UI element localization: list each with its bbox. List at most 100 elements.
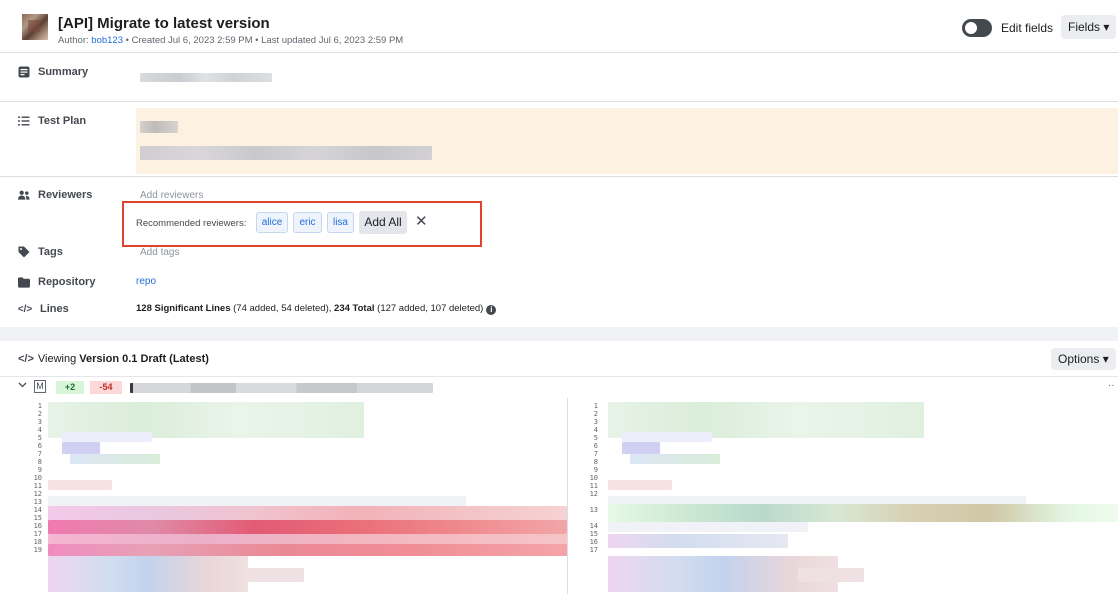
diff-left-pane: 1 2 3 4 5 6 7 8 9 10 11 12 13 14 15 16 17 18 19 [0, 398, 567, 594]
reviewers-field-label: Reviewers [18, 189, 92, 201]
line-number: 11 [589, 482, 598, 490]
code-icon: </> [17, 303, 33, 315]
summary-icon [18, 66, 30, 78]
more-options-icon[interactable]: ·· [1108, 380, 1115, 391]
tag-icon [18, 246, 30, 258]
code-block [622, 432, 712, 442]
code-block [608, 480, 672, 490]
line-number: 4 [593, 426, 598, 434]
section-separator [0, 327, 1118, 341]
viewing-version-title: </> Viewing Version 0.1 Draft (Latest) [18, 353, 209, 365]
add-tags-input[interactable]: Add tags [140, 247, 179, 258]
add-reviewers-input[interactable]: Add reviewers [140, 190, 203, 201]
diff-right-pane: 1 2 3 4 5 6 7 8 9 10 11 12 13 14 15 16 17 [568, 398, 1118, 594]
line-number: 1 [593, 402, 598, 410]
right-line-numbers: 1 2 3 4 5 6 7 8 9 10 11 12 13 14 15 16 17 [588, 402, 598, 554]
total-lines: 234 Total [334, 303, 375, 314]
code-block [798, 568, 864, 582]
line-number: 19 [33, 546, 42, 554]
summary-label-text: Summary [38, 66, 89, 78]
line-number: 14 [33, 506, 42, 514]
significant-lines-detail: (74 added, 54 deleted), [230, 303, 335, 314]
lines-added-badge: +2 [56, 381, 84, 394]
line-number: 13 [33, 498, 42, 506]
line-number: 3 [37, 418, 42, 426]
deleted-line [48, 544, 567, 556]
people-icon [18, 189, 30, 201]
code-block [630, 454, 720, 464]
code-block [608, 534, 788, 548]
line-number: 6 [593, 442, 598, 450]
code-icon: </> [18, 353, 34, 365]
test-plan-content [136, 108, 1118, 174]
recommended-reviewers-label: Recommended reviewers: [136, 218, 247, 229]
code-block [48, 496, 466, 506]
tags-label-text: Tags [38, 246, 63, 258]
meta-dates: • Created Jul 6, 2023 2:59 PM • Last upd… [122, 35, 404, 46]
code-block [622, 442, 660, 454]
line-number: 16 [589, 538, 598, 546]
reviewers-label-text: Reviewers [38, 189, 93, 201]
line-number: 10 [589, 474, 598, 482]
line-number: 9 [593, 466, 598, 474]
reviewer-chip-eric[interactable]: eric [293, 212, 322, 233]
code-block [608, 522, 808, 532]
fields-dropdown-button[interactable]: Fields ▾ [1061, 15, 1116, 39]
line-number: 5 [37, 434, 42, 442]
line-number: 7 [37, 450, 42, 458]
deleted-line [48, 520, 567, 534]
add-all-button[interactable]: Add All [359, 211, 407, 234]
deleted-line [48, 506, 567, 520]
line-number: 2 [593, 410, 598, 418]
line-number [588, 498, 598, 506]
line-number: 11 [33, 482, 42, 490]
line-number: 1 [37, 402, 42, 410]
folder-icon [18, 276, 30, 288]
reviewer-chip-lisa[interactable]: lisa [327, 212, 354, 233]
edit-fields-toggle[interactable] [962, 19, 992, 37]
author-link[interactable]: bob123 [91, 35, 123, 46]
file-status-badge: M [34, 380, 46, 393]
repository-link[interactable]: repo [136, 276, 156, 287]
author-avatar[interactable] [22, 14, 48, 40]
lines-summary: 128 Significant Lines (74 added, 54 dele… [136, 303, 497, 315]
line-number: 15 [589, 530, 598, 538]
diff-header: [API] Migrate to latest version Author: … [0, 0, 1118, 48]
line-number [588, 514, 598, 522]
line-number: 10 [33, 474, 42, 482]
tags-field-label: Tags [18, 246, 63, 258]
line-number: 2 [37, 410, 42, 418]
code-block [62, 432, 152, 442]
line-number: 17 [589, 546, 598, 554]
added-line [608, 504, 1118, 522]
significant-lines: 128 Significant Lines [136, 303, 231, 314]
version-name[interactable]: Version 0.1 Draft (Latest) [79, 353, 209, 365]
close-icon[interactable]: ✕ [415, 213, 428, 231]
divider [0, 176, 1118, 177]
line-number: 13 [589, 506, 598, 514]
line-number: 9 [37, 466, 42, 474]
total-lines-detail: (127 added, 107 deleted) [374, 303, 484, 314]
left-line-numbers: 1 2 3 4 5 6 7 8 9 10 11 12 13 14 15 16 17 18 19 [32, 402, 42, 554]
lines-field-label: </> Lines [18, 303, 69, 315]
line-number: 5 [593, 434, 598, 442]
diff-meta: Author: bob123 • Created Jul 6, 2023 2:5… [58, 35, 403, 46]
options-dropdown-button[interactable]: Options ▾ [1051, 348, 1116, 370]
chevron-down-icon[interactable] [18, 380, 27, 392]
test-plan-blur-1 [140, 121, 178, 133]
repository-label-text: Repository [38, 276, 96, 288]
diff-title: [API] Migrate to latest version [58, 15, 270, 32]
list-icon [18, 115, 30, 127]
lines-deleted-badge: -54 [90, 381, 122, 394]
line-number: 16 [33, 522, 42, 530]
file-path[interactable] [130, 383, 433, 393]
line-number: 8 [593, 458, 598, 466]
deleted-line [48, 534, 567, 544]
code-block [48, 556, 248, 592]
line-number: 8 [37, 458, 42, 466]
summary-field-label: Summary [18, 66, 88, 78]
reviewer-chip-alice[interactable]: alice [256, 212, 288, 233]
line-number: 18 [33, 538, 42, 546]
info-icon[interactable]: i [486, 305, 497, 315]
line-number: 7 [593, 450, 598, 458]
